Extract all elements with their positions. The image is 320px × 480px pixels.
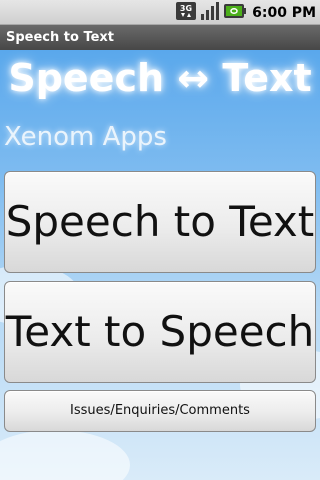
main-content: Speech ↔ Text Xenom Apps Speech to Text … [0,50,320,480]
banner-title: Speech ↔ Text [8,56,312,100]
background-cloud [0,430,130,480]
app-title: Speech to Text [0,25,320,50]
battery-icon [224,2,247,24]
signal-icon [200,1,220,24]
3g-icon: 3G [176,1,197,24]
banner-subtitle: Xenom Apps [4,122,167,152]
status-bar: 3G 6:00 PM [0,0,320,25]
network-type-label: 3G [180,4,192,13]
issues-button[interactable]: Issues/Enquiries/Comments [4,390,316,432]
status-icons: 3G 6:00 PM [172,1,316,24]
text-to-speech-button[interactable]: Text to Speech [4,281,316,383]
speech-to-text-button[interactable]: Speech to Text [4,171,316,273]
clock: 6:00 PM [252,4,316,21]
